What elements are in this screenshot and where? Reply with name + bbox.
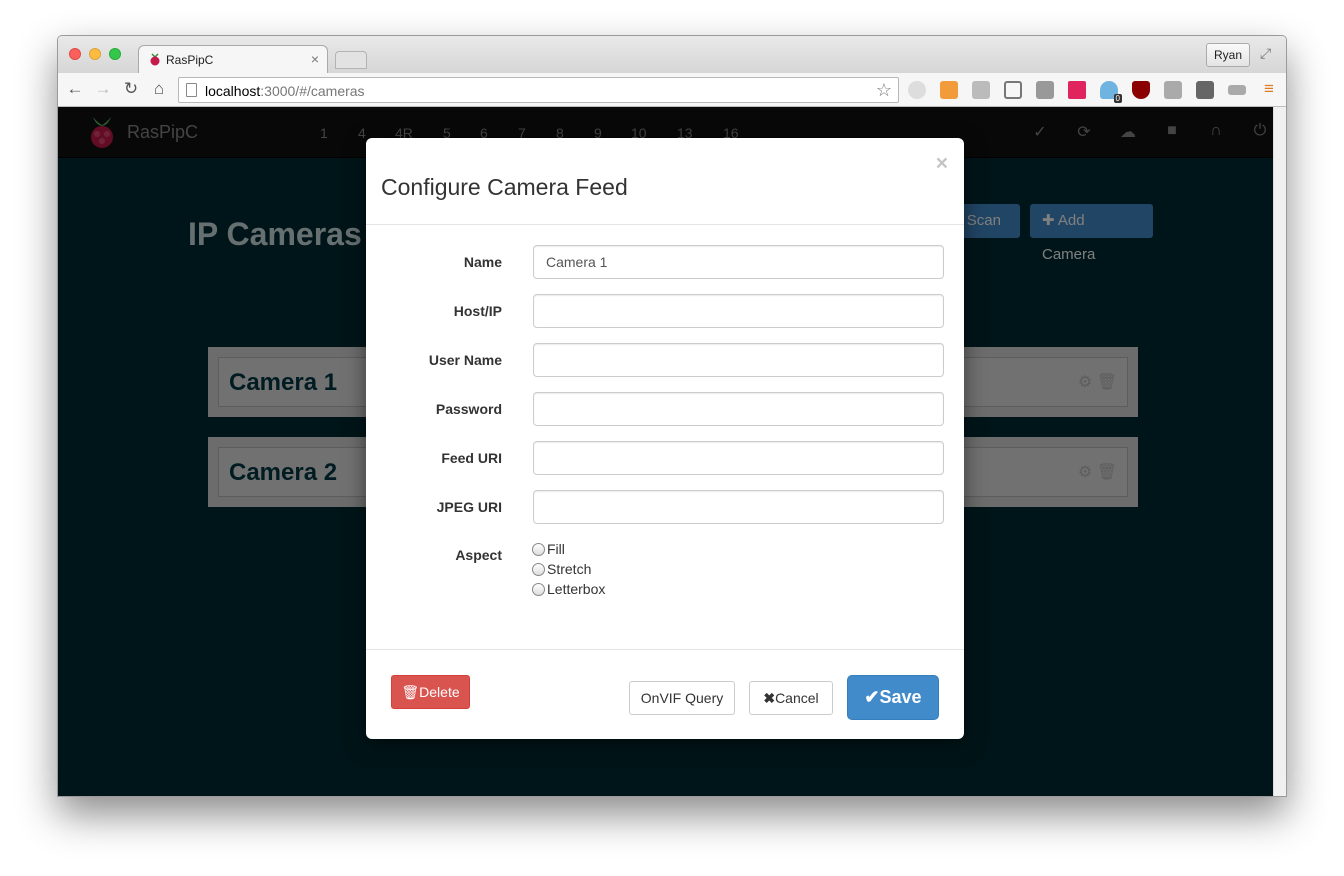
copy-extension-icon[interactable] (1164, 81, 1182, 99)
printer-extension-icon[interactable] (1036, 81, 1054, 99)
trash-icon: 🗑 (401, 684, 420, 700)
save-label: Save (879, 687, 922, 707)
extension-badge: 0 (1113, 94, 1122, 103)
password-input[interactable] (533, 392, 944, 426)
username-row: User Name (366, 343, 964, 377)
radio-button[interactable] (532, 563, 545, 576)
aspect-option-fill[interactable]: Fill (532, 541, 565, 561)
feed-uri-input[interactable] (533, 441, 944, 475)
new-tab-button[interactable] (335, 51, 367, 69)
back-icon[interactable]: ← (64, 79, 86, 99)
tab-title: RasPipC (166, 53, 214, 67)
browser-tab[interactable]: RasPipC × (138, 45, 328, 73)
browser-toolbar: ← → ↻ ⌂ localhost:3000/#/cameras ☆ 0 ≡ (58, 73, 1286, 107)
cast-icon[interactable] (1004, 81, 1022, 99)
forward-icon[interactable]: → (92, 79, 114, 99)
ublock-icon[interactable] (1132, 81, 1150, 99)
puzzle-extension-icon[interactable] (940, 81, 958, 99)
jpeg-uri-input[interactable] (533, 490, 944, 524)
save-button[interactable]: ✔Save (847, 675, 939, 720)
name-label: Name (463, 254, 502, 270)
phone-extension-icon[interactable] (908, 81, 926, 99)
aspect-label: Aspect (455, 547, 502, 563)
host-row: Host/IP (366, 294, 964, 328)
x-icon: ✖ (763, 690, 776, 706)
page-scrollbar[interactable] (1273, 107, 1286, 796)
page-icon (186, 83, 197, 97)
radio-label: Letterbox (547, 581, 606, 597)
cancel-button[interactable]: ✖Cancel (749, 681, 833, 715)
host-label: Host/IP (453, 303, 502, 319)
raspberry-icon (150, 53, 160, 66)
password-row: Password (366, 392, 964, 426)
username-input[interactable] (533, 343, 944, 377)
reload-icon[interactable]: ↻ (120, 79, 142, 99)
video-extension-icon[interactable] (1228, 85, 1246, 95)
cancel-label: Cancel (775, 690, 819, 706)
jpeg-uri-row: JPEG URI (366, 490, 964, 524)
home-icon[interactable]: ⌂ (148, 79, 170, 99)
modal-footer: 🗑Delete OnVIF Query ✖Cancel ✔Save (366, 649, 964, 739)
close-window-button[interactable] (69, 48, 81, 60)
delete-button[interactable]: 🗑Delete (391, 675, 470, 709)
aspect-row: Aspect (366, 538, 964, 572)
radio-label: Stretch (547, 561, 592, 577)
close-icon[interactable]: × (936, 152, 948, 176)
aspect-option-letterbox[interactable]: Letterbox (532, 581, 605, 601)
onvif-query-button[interactable]: OnVIF Query (629, 681, 735, 715)
ghostery-icon[interactable]: 0 (1100, 81, 1122, 103)
password-label: Password (435, 401, 502, 417)
tab-close-icon[interactable]: × (311, 51, 319, 67)
feed-uri-row: Feed URI (366, 441, 964, 475)
name-row: Name (366, 245, 964, 279)
zoom-window-button[interactable] (109, 48, 121, 60)
menu-icon[interactable]: ≡ (1258, 79, 1280, 99)
fullscreen-icon[interactable]: ⤢ (1260, 45, 1276, 61)
checkmark-icon: ✔ (864, 687, 880, 707)
screen-extension-icon[interactable] (1196, 81, 1214, 99)
address-bar[interactable]: localhost:3000/#/cameras ☆ (178, 77, 899, 103)
profile-button[interactable]: Ryan (1205, 43, 1250, 67)
username-label: User Name (428, 352, 502, 368)
delete-label: Delete (419, 684, 460, 700)
bookmark-star-icon[interactable]: ☆ (876, 80, 892, 101)
screenshot-extension-icon[interactable] (972, 81, 990, 99)
name-input[interactable] (533, 245, 944, 279)
radio-label: Fill (547, 541, 565, 557)
minimize-window-button[interactable] (89, 48, 101, 60)
modal-header: Configure Camera Feed × (366, 138, 964, 225)
jpeg-uri-label: JPEG URI (436, 499, 502, 515)
title-bar: RasPipC × Ryan ⤢ (58, 36, 1286, 73)
configure-camera-modal: Configure Camera Feed × Name Host/IP Use… (366, 138, 964, 739)
radio-button[interactable] (532, 543, 545, 556)
feed-uri-label: Feed URI (441, 450, 502, 466)
aspect-option-stretch[interactable]: Stretch (532, 561, 591, 581)
radio-button[interactable] (532, 583, 545, 596)
host-input[interactable] (533, 294, 944, 328)
url-text[interactable]: localhost:3000/#/cameras (205, 83, 365, 99)
modal-title: Configure Camera Feed (381, 174, 628, 200)
download-extension-icon[interactable] (1068, 81, 1086, 99)
